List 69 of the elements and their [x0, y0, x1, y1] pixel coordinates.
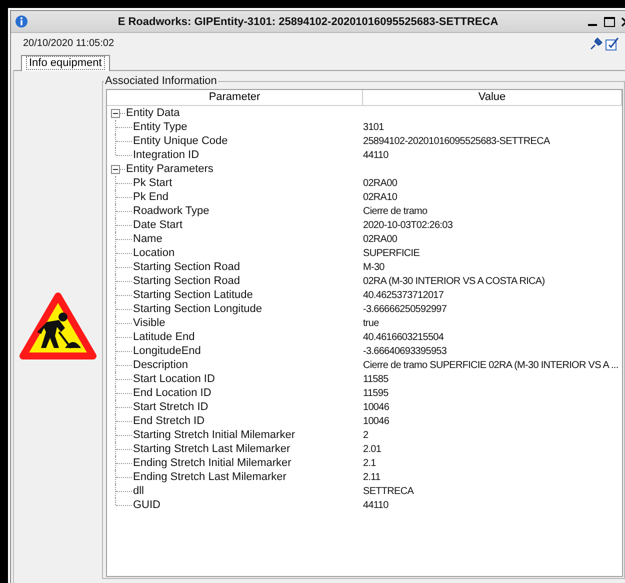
pin-icon[interactable] — [590, 36, 603, 50]
value-cell: 2.1 — [363, 458, 376, 469]
value-cell: Cierre de tramo — [363, 206, 428, 217]
parameter-cell: Visible — [133, 316, 166, 330]
value-cell: 11595 — [363, 388, 388, 399]
parameter-cell: Start Stretch ID — [133, 400, 208, 414]
value-cell: 02RA00 — [363, 178, 398, 189]
value-cell: 40.4625373712017 — [363, 290, 444, 301]
parameter-cell: GUID — [133, 498, 160, 512]
value-cell: 44110 — [363, 150, 388, 161]
value-cell: -3.66666250592997 — [363, 304, 447, 315]
parameter-cell: Starting Section Road — [133, 260, 240, 274]
value-cell: 02RA00 — [363, 234, 398, 245]
parameter-cell: Latitude End — [133, 330, 195, 344]
edit-icon[interactable] — [605, 36, 619, 50]
value-cell: 2 — [363, 430, 368, 441]
value-cell: 11585 — [363, 374, 388, 385]
maximize-icon[interactable] — [604, 16, 615, 26]
parameter-cell: dll — [133, 484, 144, 498]
parameter-cell: Entity Unique Code — [133, 134, 228, 148]
parameter-cell: LongitudeEnd — [133, 344, 201, 358]
parameter-cell: Date Start — [133, 218, 183, 232]
value-cell: M-30 — [363, 262, 384, 273]
parameter-cell: End Location ID — [133, 386, 212, 400]
parameter-cell: Pk End — [133, 190, 168, 204]
group-title: Associated Information — [104, 75, 218, 87]
parameter-cell: Description — [133, 358, 188, 372]
parameter-cell: Ending Stretch Initial Milemarker — [133, 456, 292, 470]
collapse-toggle[interactable] — [111, 108, 120, 118]
value-cell: 10046 — [363, 402, 390, 413]
column-header[interactable]: Value — [363, 90, 622, 105]
value-cell: 44110 — [363, 500, 388, 511]
value-cell: true — [363, 318, 379, 329]
value-cell: 2020-10-03T02:26:03 — [363, 220, 453, 231]
parameter-cell: Start Location ID — [133, 372, 215, 386]
value-cell: Cierre de tramo SUPERFICIE 02RA (M-30 INTERIOR VS A ... — [363, 360, 618, 371]
value-cell: 2.11 — [363, 472, 380, 483]
value-cell: 3101 — [363, 122, 384, 133]
parameter-cell: Starting Section Longitude — [133, 302, 262, 316]
collapse-toggle[interactable] — [111, 164, 120, 174]
parameter-cell: Pk Start — [133, 176, 172, 190]
value-cell: -3.66640693395953 — [363, 346, 447, 357]
timestamp: 20/10/2020 11:05:02 — [23, 38, 116, 49]
parameter-cell: End Stretch ID — [133, 414, 205, 428]
parameter-cell: Starting Stretch Last Milemarker — [133, 442, 290, 456]
value-cell: 10046 — [363, 416, 390, 427]
parameter-cell: Name — [133, 232, 162, 246]
window-title: E Roadworks: GIPEntity-3101: 25894102-20201016095525683-SETTRECA — [116, 16, 500, 28]
value-cell: 02RA (M-30 INTERIOR VS A COSTA RICA) — [363, 276, 545, 287]
column-header[interactable]: Parameter — [107, 90, 363, 105]
value-cell: 02RA10 — [363, 192, 398, 203]
tree-group-label[interactable]: Entity Data — [126, 106, 180, 120]
parameter-cell: Location — [133, 246, 175, 260]
value-cell: 40.4616603215504 — [363, 332, 444, 343]
parameter-cell: Roadwork Type — [133, 204, 210, 218]
info-icon — [15, 15, 28, 28]
parameter-cell: Starting Section Road — [133, 274, 240, 288]
parameter-cell: Starting Section Latitude — [133, 288, 253, 302]
parameter-cell: Starting Stretch Initial Milemarker — [133, 428, 295, 442]
value-cell: 2.01 — [363, 444, 382, 455]
value-cell: 25894102-20201016095525683-SETTRECA — [363, 136, 550, 147]
tree-group-label[interactable]: Entity Parameters — [126, 162, 214, 176]
tab[interactable]: Info equipment — [21, 55, 110, 71]
value-cell: SUPERFICIE — [363, 248, 420, 259]
parameter-cell: Ending Stretch Last Milemarker — [133, 470, 286, 484]
parameter-cell: Entity Type — [133, 120, 188, 134]
roadwork-sign-icon — [19, 292, 97, 362]
parameter-cell: Integration ID — [133, 148, 200, 162]
value-cell: SETTRECA — [363, 486, 414, 497]
